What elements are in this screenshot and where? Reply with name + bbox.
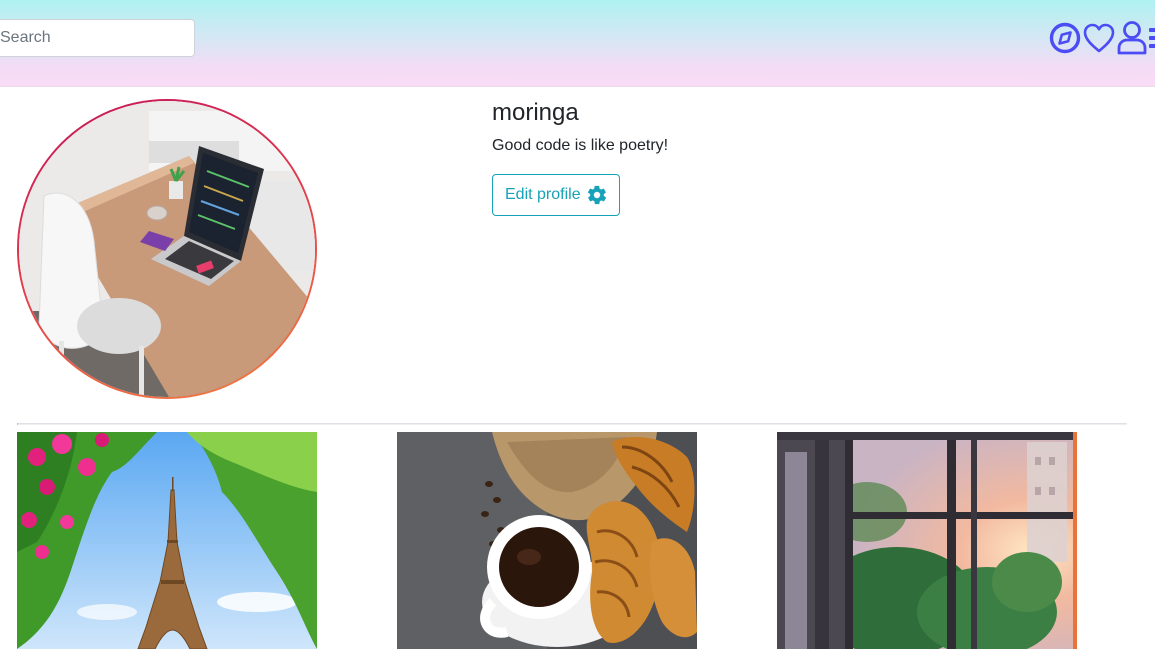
user-icon[interactable] [1116,20,1148,56]
heart-icon[interactable] [1082,22,1116,54]
post-thumbnail-coffee-croissants[interactable] [397,432,697,649]
avatar [19,101,315,397]
profile-bio: Good code is like poetry! [492,137,669,154]
profile-info: moringa Good code is like poetry! Edit p… [492,99,668,216]
section-divider [17,423,1127,425]
post-thumbnail-eiffel-tower[interactable] [17,432,317,649]
compass-icon[interactable] [1048,21,1082,55]
edit-profile-label: Edit profile [505,186,581,203]
username: moringa [492,99,579,126]
top-navbar [0,0,1155,87]
edit-profile-button[interactable]: Edit profile [492,174,620,216]
avatar-ring [17,99,317,399]
gear-icon [586,184,608,206]
list-icon[interactable] [1148,24,1155,52]
nav-icon-group [1048,19,1155,57]
post-thumbnail-window-sunlight[interactable] [777,432,1077,649]
search-input[interactable] [0,19,195,57]
